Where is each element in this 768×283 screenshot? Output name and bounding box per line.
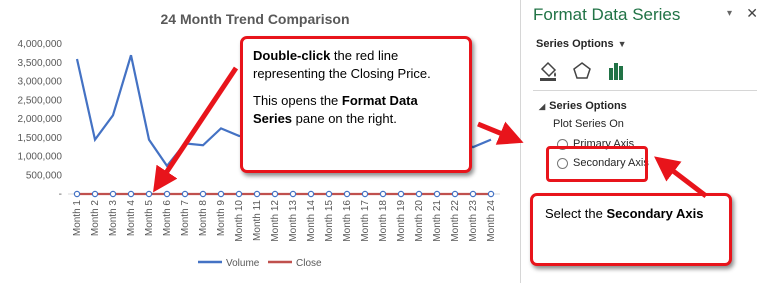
legend: Volume Close bbox=[198, 258, 322, 269]
x-tick-label: Month 6 bbox=[162, 200, 173, 237]
close-selection-handle[interactable] bbox=[469, 190, 477, 198]
close-selection-handle[interactable] bbox=[271, 190, 279, 198]
collapse-caret-icon: ◢ bbox=[539, 102, 546, 111]
close-selection-handle[interactable] bbox=[451, 190, 459, 198]
pane-close-icon[interactable]: ✕ bbox=[746, 5, 758, 22]
close-selection-handle[interactable] bbox=[181, 190, 189, 198]
x-tick-label: Month 21 bbox=[432, 200, 443, 242]
callout-line-1: Double-click the red line representing t… bbox=[253, 47, 459, 82]
x-tick-label: Month 24 bbox=[486, 200, 497, 242]
close-selection-handle[interactable] bbox=[127, 190, 135, 198]
close-selection-handle[interactable] bbox=[307, 190, 315, 198]
close-selection-handle[interactable] bbox=[91, 190, 99, 198]
x-tick-label: Month 9 bbox=[216, 200, 227, 237]
x-tick-label: Month 1 bbox=[72, 200, 83, 237]
callout-bold-1: Double-click bbox=[253, 48, 331, 63]
close-selection-handle[interactable] bbox=[145, 190, 153, 198]
pane-title: Format Data Series bbox=[533, 5, 681, 24]
series-options-section[interactable]: ◢ Series Options bbox=[539, 100, 627, 112]
callout-secondary-bold: Secondary Axis bbox=[606, 206, 704, 221]
close-selection-handle[interactable] bbox=[487, 190, 495, 198]
callout-line-2: This opens the Format Data Series pane o… bbox=[253, 92, 459, 127]
close-selection-handle[interactable] bbox=[415, 190, 423, 198]
legend-label-volume: Volume bbox=[226, 258, 260, 269]
y-tick-label: 2,000,000 bbox=[18, 114, 63, 125]
tab-caret-icon: ▼ bbox=[617, 39, 627, 49]
close-selection-handle[interactable] bbox=[289, 190, 297, 198]
y-tick-label: 3,000,000 bbox=[18, 77, 63, 88]
close-selection-handle[interactable] bbox=[163, 190, 171, 198]
y-axis: 4,000,000 3,500,000 3,000,000 2,500,000 2,00… bbox=[18, 39, 63, 200]
y-tick-label: 4,000,000 bbox=[18, 39, 63, 50]
secondary-axis-highlight bbox=[546, 146, 648, 182]
x-tick-label: Month 3 bbox=[108, 200, 119, 237]
x-tick-label: Month 17 bbox=[360, 200, 371, 242]
y-tick-label: 3,500,000 bbox=[18, 58, 63, 69]
pane-icon-row bbox=[535, 60, 695, 84]
close-selection-handle[interactable] bbox=[235, 190, 243, 198]
x-tick-label: Month 10 bbox=[234, 200, 245, 242]
pane-dropdown-icon[interactable]: ▾ bbox=[727, 8, 732, 19]
chart-title: 24 Month Trend Comparison bbox=[160, 11, 349, 27]
x-tick-label: Month 23 bbox=[468, 200, 479, 242]
instruction-callout: Double-click the red line representing t… bbox=[240, 36, 472, 173]
close-selection-handle[interactable] bbox=[361, 190, 369, 198]
close-selection-handle[interactable] bbox=[217, 190, 225, 198]
x-tick-label: Month 2 bbox=[90, 200, 101, 237]
x-tick-label: Month 16 bbox=[342, 200, 353, 242]
callout-text-2: This opens the bbox=[253, 93, 342, 109]
section-label: Series Options bbox=[549, 100, 627, 112]
close-selection-handle[interactable] bbox=[343, 190, 351, 198]
series-options-tab-label: Series Options bbox=[536, 38, 614, 50]
close-selection-handle[interactable] bbox=[397, 190, 405, 198]
x-tick-label: Month 18 bbox=[378, 200, 389, 242]
y-tick-label: 1,000,000 bbox=[18, 152, 63, 163]
x-tick-label: Month 8 bbox=[198, 200, 209, 237]
close-selection-handle[interactable] bbox=[433, 190, 441, 198]
y-tick-label: 2,500,000 bbox=[18, 95, 63, 106]
x-tick-label: Month 4 bbox=[126, 200, 137, 237]
plot-series-on-label: Plot Series On bbox=[553, 118, 624, 130]
x-tick-label: Month 12 bbox=[270, 200, 281, 242]
x-tick-label: Month 11 bbox=[252, 200, 263, 241]
bar-chart-icon[interactable] bbox=[605, 60, 627, 82]
close-selection-handle[interactable] bbox=[253, 190, 261, 198]
x-axis: Month 1 Month 2 Month 3 Month 4 Month 5 Month… bbox=[68, 193, 500, 242]
callout-secondary-text: Select the bbox=[545, 206, 607, 221]
y-tick-label: 500,000 bbox=[26, 170, 63, 181]
close-selection-handle[interactable] bbox=[379, 190, 387, 198]
close-selection-handle[interactable] bbox=[199, 190, 207, 198]
callout-text-3: pane on the right. bbox=[292, 110, 397, 126]
divider bbox=[533, 90, 757, 91]
x-tick-label: Month 13 bbox=[288, 200, 299, 242]
series-options-tab[interactable]: Series Options ▼ bbox=[536, 38, 627, 50]
x-tick-label: Month 22 bbox=[450, 200, 461, 242]
close-selection-handle[interactable] bbox=[109, 190, 117, 198]
close-selection-handle[interactable] bbox=[325, 190, 333, 198]
x-tick-label: Month 14 bbox=[306, 200, 317, 242]
pentagon-icon[interactable] bbox=[571, 60, 593, 82]
x-tick-label: Month 5 bbox=[144, 200, 155, 237]
x-tick-label: Month 7 bbox=[180, 200, 191, 237]
secondary-axis-callout: Select the Secondary Axis bbox=[530, 193, 732, 266]
x-tick-label: Month 15 bbox=[324, 200, 335, 242]
x-tick-label: Month 20 bbox=[414, 200, 425, 242]
y-tick-label: 1,500,000 bbox=[18, 133, 63, 144]
x-tick-label: Month 19 bbox=[396, 200, 407, 242]
legend-label-close: Close bbox=[296, 258, 322, 269]
close-selection-handle[interactable] bbox=[73, 190, 81, 198]
y-tick-label: - bbox=[59, 189, 62, 200]
paint-bucket-icon[interactable] bbox=[537, 60, 559, 82]
